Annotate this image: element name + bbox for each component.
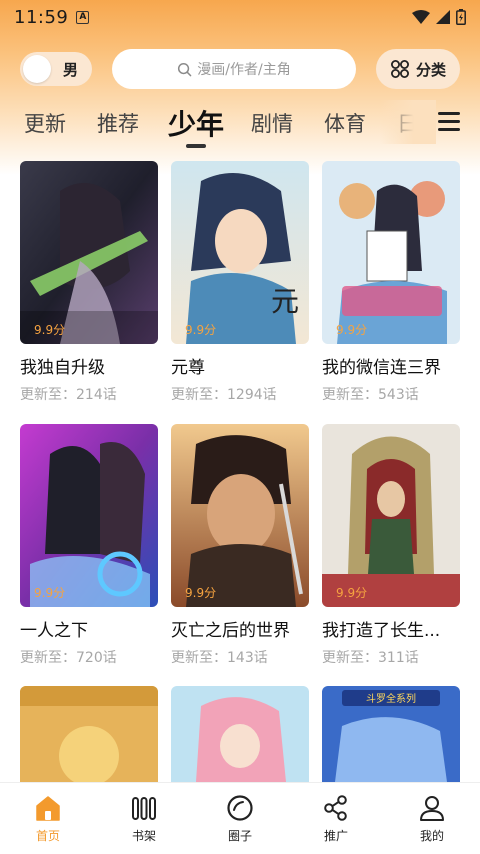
score-label: 9.9分 — [336, 323, 368, 337]
active-tab-indicator — [186, 144, 206, 148]
comic-cover: 9.9分 — [20, 424, 158, 607]
comic-card[interactable]: 9.9分 灭亡之后的世界 更新至：143话 — [171, 424, 309, 667]
cover-text: 斗罗全系列 — [366, 692, 416, 705]
nav-label: 我的 — [419, 829, 444, 843]
comic-card[interactable]: 元 9.9分 元尊 更新至：1294话 — [171, 161, 309, 404]
nav-home[interactable]: 首页 — [0, 783, 96, 854]
tab-shounen[interactable]: 少年 — [168, 103, 224, 143]
svg-text:元: 元 — [271, 285, 299, 318]
bookshelf-icon — [132, 797, 156, 820]
comic-cover: 元 9.9分 — [171, 161, 309, 344]
search-input[interactable]: 漫画/作者/主角 — [112, 49, 356, 89]
toggle-knob — [23, 55, 51, 83]
battery-icon — [456, 9, 466, 25]
comic-title: 我打造了长生... — [322, 621, 441, 641]
nav-bookshelf[interactable]: 书架 — [96, 783, 192, 854]
nav-promote[interactable]: 推广 — [288, 783, 384, 854]
wifi-icon — [412, 10, 430, 24]
nav-label: 圈子 — [227, 829, 252, 843]
comic-cover-partial[interactable]: 斗罗全系列 — [322, 686, 460, 782]
score-label: 9.9分 — [185, 323, 217, 337]
cover-art-partial-2 — [171, 686, 309, 782]
category-grid-icon — [390, 60, 409, 78]
score-label: 9.9分 — [185, 586, 217, 600]
tab-update[interactable]: 更新 — [24, 108, 66, 138]
category-button[interactable]: 分类 — [376, 49, 460, 89]
comic-cover: 9.9分 — [322, 424, 460, 607]
comic-update: 更新至：1294话 — [171, 387, 277, 403]
nav-label: 推广 — [323, 829, 348, 843]
tab-recommend[interactable]: 推荐 — [97, 108, 139, 138]
header-row: 男 漫画/作者/主角 分类 — [0, 49, 480, 89]
bottom-nav: 首页 书架 圈子 推广 我的 — [0, 782, 480, 854]
comic-card[interactable]: 9.9分 我打造了长生... 更新至：311话 — [322, 424, 460, 667]
cover-art-eternal-life — [322, 424, 460, 607]
comic-title: 一人之下 — [20, 621, 88, 641]
cover-art-yi-ren-zhi-xia — [20, 424, 158, 607]
menu-icon[interactable] — [438, 112, 460, 132]
score-label: 9.9分 — [34, 323, 66, 337]
comic-update: 更新至：543话 — [322, 387, 419, 403]
comic-title: 灭亡之后的世界 — [171, 621, 290, 641]
cover-art-after-the-fall — [171, 424, 309, 607]
comic-title: 我的微信连三界 — [322, 358, 441, 378]
comic-update: 更新至：214话 — [20, 387, 117, 403]
cover-art-solo-leveling — [20, 161, 158, 344]
comic-update: 更新至：143话 — [171, 650, 268, 666]
cover-art-partial-3: 斗罗全系列 — [322, 686, 460, 782]
share-icon — [324, 795, 347, 821]
comic-title: 元尊 — [171, 358, 205, 378]
category-label: 分类 — [415, 60, 446, 79]
signal-icon — [436, 10, 450, 24]
comic-update: 更新至：720话 — [20, 650, 117, 666]
score-label: 9.9分 — [336, 586, 368, 600]
tab-fade — [380, 100, 436, 144]
nav-label: 书架 — [131, 829, 156, 843]
comic-cover: 9.9分 — [20, 161, 158, 344]
comic-card[interactable]: 9.9分 一人之下 更新至：720话 — [20, 424, 158, 667]
status-time: 11:59 — [14, 6, 69, 28]
notification-icon: A — [76, 10, 90, 24]
comic-card[interactable]: 9.9分 我独自升级 更新至：214话 — [20, 161, 158, 404]
circle-icon — [227, 795, 253, 821]
cover-art-wechat-three-realms — [322, 161, 460, 344]
search-placeholder: 漫画/作者/主角 — [197, 62, 291, 78]
comic-card[interactable]: 9.9分 我的微信连三界 更新至：543话 — [322, 161, 460, 404]
nav-label: 首页 — [35, 829, 60, 843]
home-icon — [36, 796, 60, 821]
score-label: 9.9分 — [34, 586, 66, 600]
user-icon — [420, 796, 444, 821]
cover-art-partial-1 — [20, 686, 158, 782]
cover-art-yuan-zun: 元 — [171, 161, 309, 344]
comic-update: 更新至：311话 — [322, 650, 419, 666]
comic-cover: 9.9分 — [171, 424, 309, 607]
status-bar: 11:59 A — [0, 0, 480, 34]
search-icon — [178, 62, 192, 76]
comic-title: 我独自升级 — [20, 358, 105, 378]
gender-toggle[interactable]: 男 — [20, 52, 92, 86]
tab-sports[interactable]: 体育 — [324, 108, 366, 138]
gender-label: 男 — [63, 60, 79, 79]
nav-profile[interactable]: 我的 — [384, 783, 480, 854]
nav-circle[interactable]: 圈子 — [192, 783, 288, 854]
comic-cover-partial[interactable] — [20, 686, 158, 782]
status-icons — [412, 9, 466, 25]
comic-cover-partial[interactable] — [171, 686, 309, 782]
category-tabs: 更新 推荐 少年 剧情 体育 日 — [0, 100, 480, 152]
comic-cover: 9.9分 — [322, 161, 460, 344]
tab-drama[interactable]: 剧情 — [251, 108, 293, 138]
